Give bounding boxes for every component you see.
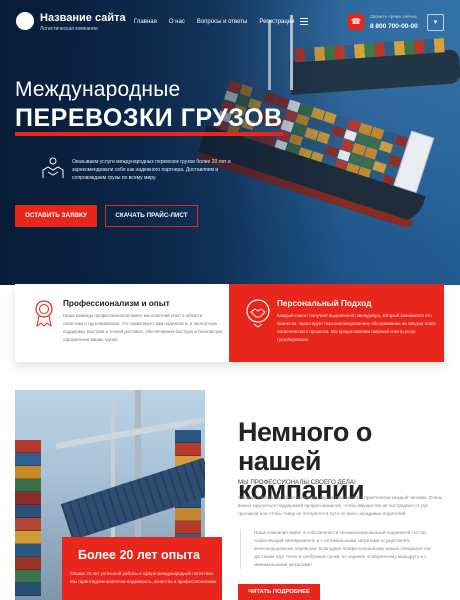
call-label: Звоните прямо сейчас	[370, 14, 417, 19]
phone-icon[interactable]: ☎	[348, 14, 364, 30]
logo-icon[interactable]	[16, 12, 34, 30]
hero-title-line2: ПЕРЕВОЗКИ ГРУЗОВ	[15, 104, 283, 136]
nav-item-about[interactable]: О нас	[169, 19, 185, 25]
hero-section: Название сайта Логистическая компания Гл…	[0, 0, 460, 285]
handshake-icon	[42, 157, 64, 178]
experience-card: Более 20 лет опыта Свыше 20 лет успешной…	[62, 537, 222, 600]
experience-text: Свыше 20 лет успешной работы в сфере меж…	[70, 571, 218, 584]
personal-approach-icon	[246, 299, 270, 328]
hero-description: Оказываем услуги международных перевозок…	[72, 159, 231, 181]
about-title: Немного о нашей компании	[238, 417, 372, 505]
download-price-button[interactable]: СКАЧАТЬ ПРАЙС-ЛИСТ	[105, 205, 198, 227]
nav-item-registration[interactable]: Регистрация	[259, 19, 294, 25]
site-tagline: Логистическая компания	[40, 26, 98, 32]
cart-icon[interactable]: ▾	[427, 14, 444, 31]
site-header: Название сайта Логистическая компания Гл…	[0, 0, 460, 46]
feature-text: Наша команда профессионалов имеет многол…	[63, 313, 223, 342]
menu-icon[interactable]	[300, 18, 308, 25]
feature-text: Каждый клиент получает выделенного менед…	[277, 313, 436, 342]
nav-item-faq[interactable]: Вопросы и ответы	[197, 19, 248, 25]
phone-number[interactable]: 8 800 700-00-00	[370, 23, 418, 30]
about-subtitle: МЫ ПРОФЕССИОНАЛЫ СВОЕГО ДЕЛА!	[238, 479, 356, 486]
about-paragraph: Сегодня с вопросом транспортировки грузо…	[238, 495, 443, 516]
award-icon	[35, 300, 53, 328]
hero-title-line1: Международные	[15, 78, 181, 101]
quote-divider	[240, 529, 241, 569]
read-more-button[interactable]: ЧИТАТЬ ПОДРОБНЕЕ	[238, 584, 320, 600]
site-name[interactable]: Название сайта	[40, 12, 126, 24]
main-nav: Главная О нас Вопросы и ответы Регистрац…	[134, 19, 294, 25]
feature-card-experience: Профессионализм и опыт Наша команда проф…	[15, 284, 229, 362]
order-button[interactable]: ОСТАВИТЬ ЗАЯВКУ	[15, 205, 97, 227]
feature-title: Персональный Подход	[277, 299, 372, 308]
about-quote: Наша компания имеет в собственности спец…	[254, 530, 431, 567]
feature-card-personal: Персональный Подход Каждый клиент получа…	[229, 284, 444, 362]
feature-title: Профессионализм и опыт	[63, 299, 170, 308]
nav-item-home[interactable]: Главная	[134, 19, 157, 25]
features-section: Профессионализм и опыт Наша команда проф…	[15, 284, 444, 362]
experience-title: Более 20 лет опыта	[78, 548, 200, 562]
